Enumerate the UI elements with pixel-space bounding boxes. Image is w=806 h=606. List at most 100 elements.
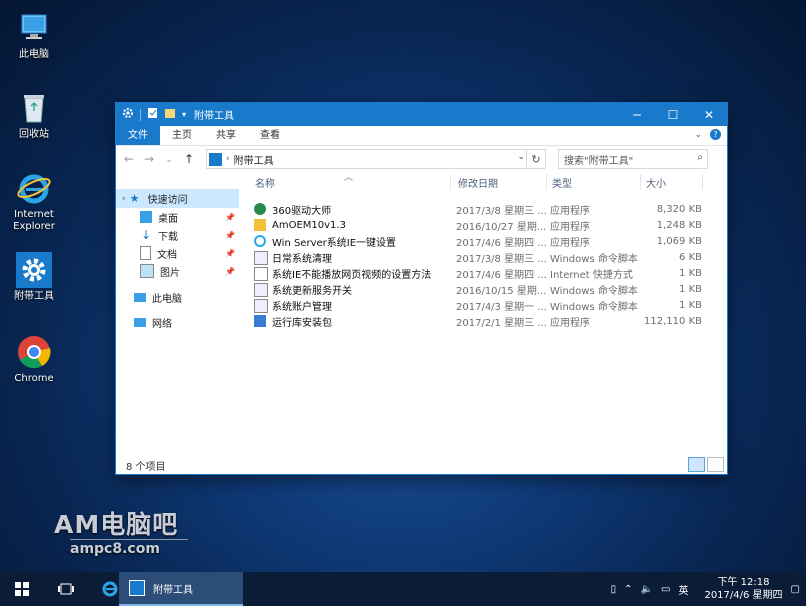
properties-icon[interactable] — [147, 107, 158, 122]
installer-icon — [254, 315, 266, 327]
table-row[interactable]: 日常系统清理 2017/3/8 星期三 ... Windows 命令脚本 6 K… — [252, 249, 702, 265]
usb-icon[interactable]: ▯ — [611, 584, 617, 595]
table-row[interactable]: 系统IE不能播放网页视频的设置方法 2017/4/6 星期四 ... Inter… — [252, 265, 702, 281]
gear-icon — [16, 252, 52, 288]
content-area: › ★ 快速访问 桌面 📌 ↓ 下载 📌 文档 📌 图片 📌 此电脑 网络 名称… — [116, 171, 727, 456]
show-hidden-icons-button[interactable]: ⌃ — [624, 584, 632, 595]
start-button[interactable] — [0, 572, 44, 606]
table-row[interactable]: 系统更新服务开关 2016/10/15 星期... Windows 命令脚本 1… — [252, 281, 702, 297]
file-name: 系统IE不能播放网页视频的设置方法 — [272, 269, 432, 281]
desktop-icon-chrome[interactable]: Chrome — [8, 334, 60, 385]
desktop-icon-internet-explorer[interactable]: Internet Explorer — [8, 170, 60, 233]
file-size: 1,069 KB — [656, 235, 702, 247]
recycle-bin-icon — [16, 90, 52, 126]
clock-date: 2017/4/6 星期四 — [704, 590, 783, 601]
ime-indicator[interactable]: 英 — [678, 582, 688, 597]
file-date: 2017/4/3 星期一 ... — [456, 301, 547, 313]
table-row[interactable]: AmOEM10v1.3 2016/10/27 星期... 应用程序 1,248 … — [252, 217, 702, 233]
search-input[interactable]: 搜索"附带工具" ⌕ — [558, 149, 708, 169]
file-type: 应用程序 — [550, 205, 590, 217]
up-arrow-icon[interactable]: ↑ — [182, 152, 196, 166]
internet-explorer-icon — [16, 170, 52, 206]
help-icon[interactable]: ? — [710, 129, 721, 140]
script-icon — [254, 283, 268, 297]
internet-shortcut-icon — [254, 267, 268, 281]
file-date: 2016/10/27 星期... — [456, 221, 547, 233]
maximize-button[interactable]: ☐ — [655, 103, 691, 126]
network-icon[interactable]: ▭ — [661, 584, 670, 595]
column-divider[interactable] — [702, 174, 703, 190]
file-type: Windows 命令脚本 — [550, 253, 638, 265]
new-folder-icon[interactable] — [164, 107, 176, 122]
file-type: Windows 命令脚本 — [550, 301, 638, 313]
tab-file[interactable]: 文件 — [116, 126, 160, 145]
column-type[interactable]: 类型 — [552, 175, 572, 190]
back-arrow-icon[interactable]: ← — [122, 152, 136, 166]
file-type: 应用程序 — [550, 221, 590, 233]
desktop-icon-recycle-bin[interactable]: 回收站 — [8, 90, 60, 141]
file-type: Windows 命令脚本 — [550, 285, 638, 297]
file-date: 2017/3/8 星期三 ... — [456, 253, 547, 265]
details-view-button[interactable] — [688, 457, 705, 472]
table-row[interactable]: 系统账户管理 2017/4/3 星期一 ... Windows 命令脚本 1 K… — [252, 297, 702, 313]
notifications-icon[interactable]: ▢ — [791, 584, 800, 595]
column-divider[interactable] — [450, 174, 451, 190]
script-icon — [254, 299, 268, 313]
column-divider[interactable] — [640, 174, 641, 190]
address-bar-row: ← → ⌄ ↑ › 附带工具 ⌄ ↻ 搜索"附带工具" ⌕ — [116, 146, 727, 172]
file-size: 1 KB — [679, 299, 702, 311]
shield-icon — [254, 219, 266, 231]
file-type: Internet 快捷方式 — [550, 269, 633, 281]
file-date: 2017/4/6 星期四 ... — [456, 237, 547, 249]
address-bar[interactable]: › 附带工具 ⌄ ↻ — [206, 149, 546, 169]
clock-time: 下午 12:18 — [717, 577, 770, 588]
file-size: 8,320 KB — [656, 203, 702, 215]
tab-share[interactable]: 共享 — [204, 126, 248, 145]
clock[interactable]: 下午 12:18 2017/4/6 星期四 — [704, 576, 782, 602]
title-bar[interactable]: ▾ 附带工具 ─ ☐ ✕ — [116, 103, 727, 126]
volume-icon[interactable]: 🔈 — [641, 584, 653, 595]
ribbon-tabs: 文件 主页 共享 查看 ⌄ ? — [116, 126, 727, 146]
large-icons-view-button[interactable] — [707, 457, 724, 472]
column-size[interactable]: 大小 — [646, 175, 666, 190]
search-placeholder: 搜索"附带工具" — [564, 155, 634, 167]
chevron-down-icon[interactable]: ▾ — [182, 110, 186, 119]
internet-explorer-icon — [102, 581, 118, 597]
taskbar-app-label: 附带工具 — [153, 584, 193, 596]
column-name[interactable]: 名称 — [255, 175, 275, 190]
file-size: 1 KB — [679, 267, 702, 279]
gear-icon — [129, 580, 145, 596]
file-size: 1,248 KB — [656, 219, 702, 231]
refresh-button[interactable]: ↻ — [526, 150, 545, 168]
taskbar: 附带工具 ▯ ⌃ 🔈 ▭ 英 下午 12:18 2017/4/6 星期四 ▢ — [0, 572, 806, 606]
tab-view[interactable]: 查看 — [248, 126, 292, 145]
close-button[interactable]: ✕ — [691, 103, 727, 126]
table-row[interactable]: 运行库安装包 2017/2/1 星期三 ... 应用程序 112,110 KB — [252, 313, 702, 329]
column-divider[interactable] — [546, 174, 547, 190]
desktop-icon-tools[interactable]: 附带工具 — [8, 252, 60, 303]
search-icon[interactable]: ⌕ — [697, 152, 703, 163]
file-name: 日常系统清理 — [272, 253, 332, 265]
script-icon — [254, 251, 268, 265]
windows-logo-icon — [15, 582, 29, 596]
column-date[interactable]: 修改日期 — [458, 175, 498, 190]
file-name: 运行库安装包 — [272, 317, 332, 329]
table-row[interactable]: Win Server系统IE一键设置 2017/4/6 星期四 ... 应用程序… — [252, 233, 702, 249]
chevron-down-icon[interactable]: ⌄ — [517, 152, 525, 162]
forward-arrow-icon[interactable]: → — [142, 152, 156, 166]
folder-gear-icon — [209, 152, 222, 166]
gear-icon[interactable] — [122, 107, 134, 122]
table-row[interactable]: 360驱动大师 2017/3/8 星期三 ... 应用程序 8,320 KB — [252, 201, 702, 217]
desktop-icon-this-pc[interactable]: 此电脑 — [8, 10, 60, 61]
task-view-icon — [58, 583, 74, 595]
breadcrumb[interactable]: 附带工具 — [234, 152, 274, 167]
tab-home[interactable]: 主页 — [160, 126, 204, 145]
expand-ribbon-icon[interactable]: ⌄ — [694, 130, 702, 140]
internet-explorer-icon — [254, 235, 266, 247]
file-type: 应用程序 — [550, 317, 590, 329]
recent-chevron-icon[interactable]: ⌄ — [162, 155, 176, 164]
task-view-button[interactable] — [44, 572, 88, 606]
minimize-button[interactable]: ─ — [619, 103, 655, 126]
file-date: 2017/2/1 星期三 ... — [456, 317, 547, 329]
taskbar-explorer-button[interactable]: 附带工具 — [119, 572, 243, 606]
